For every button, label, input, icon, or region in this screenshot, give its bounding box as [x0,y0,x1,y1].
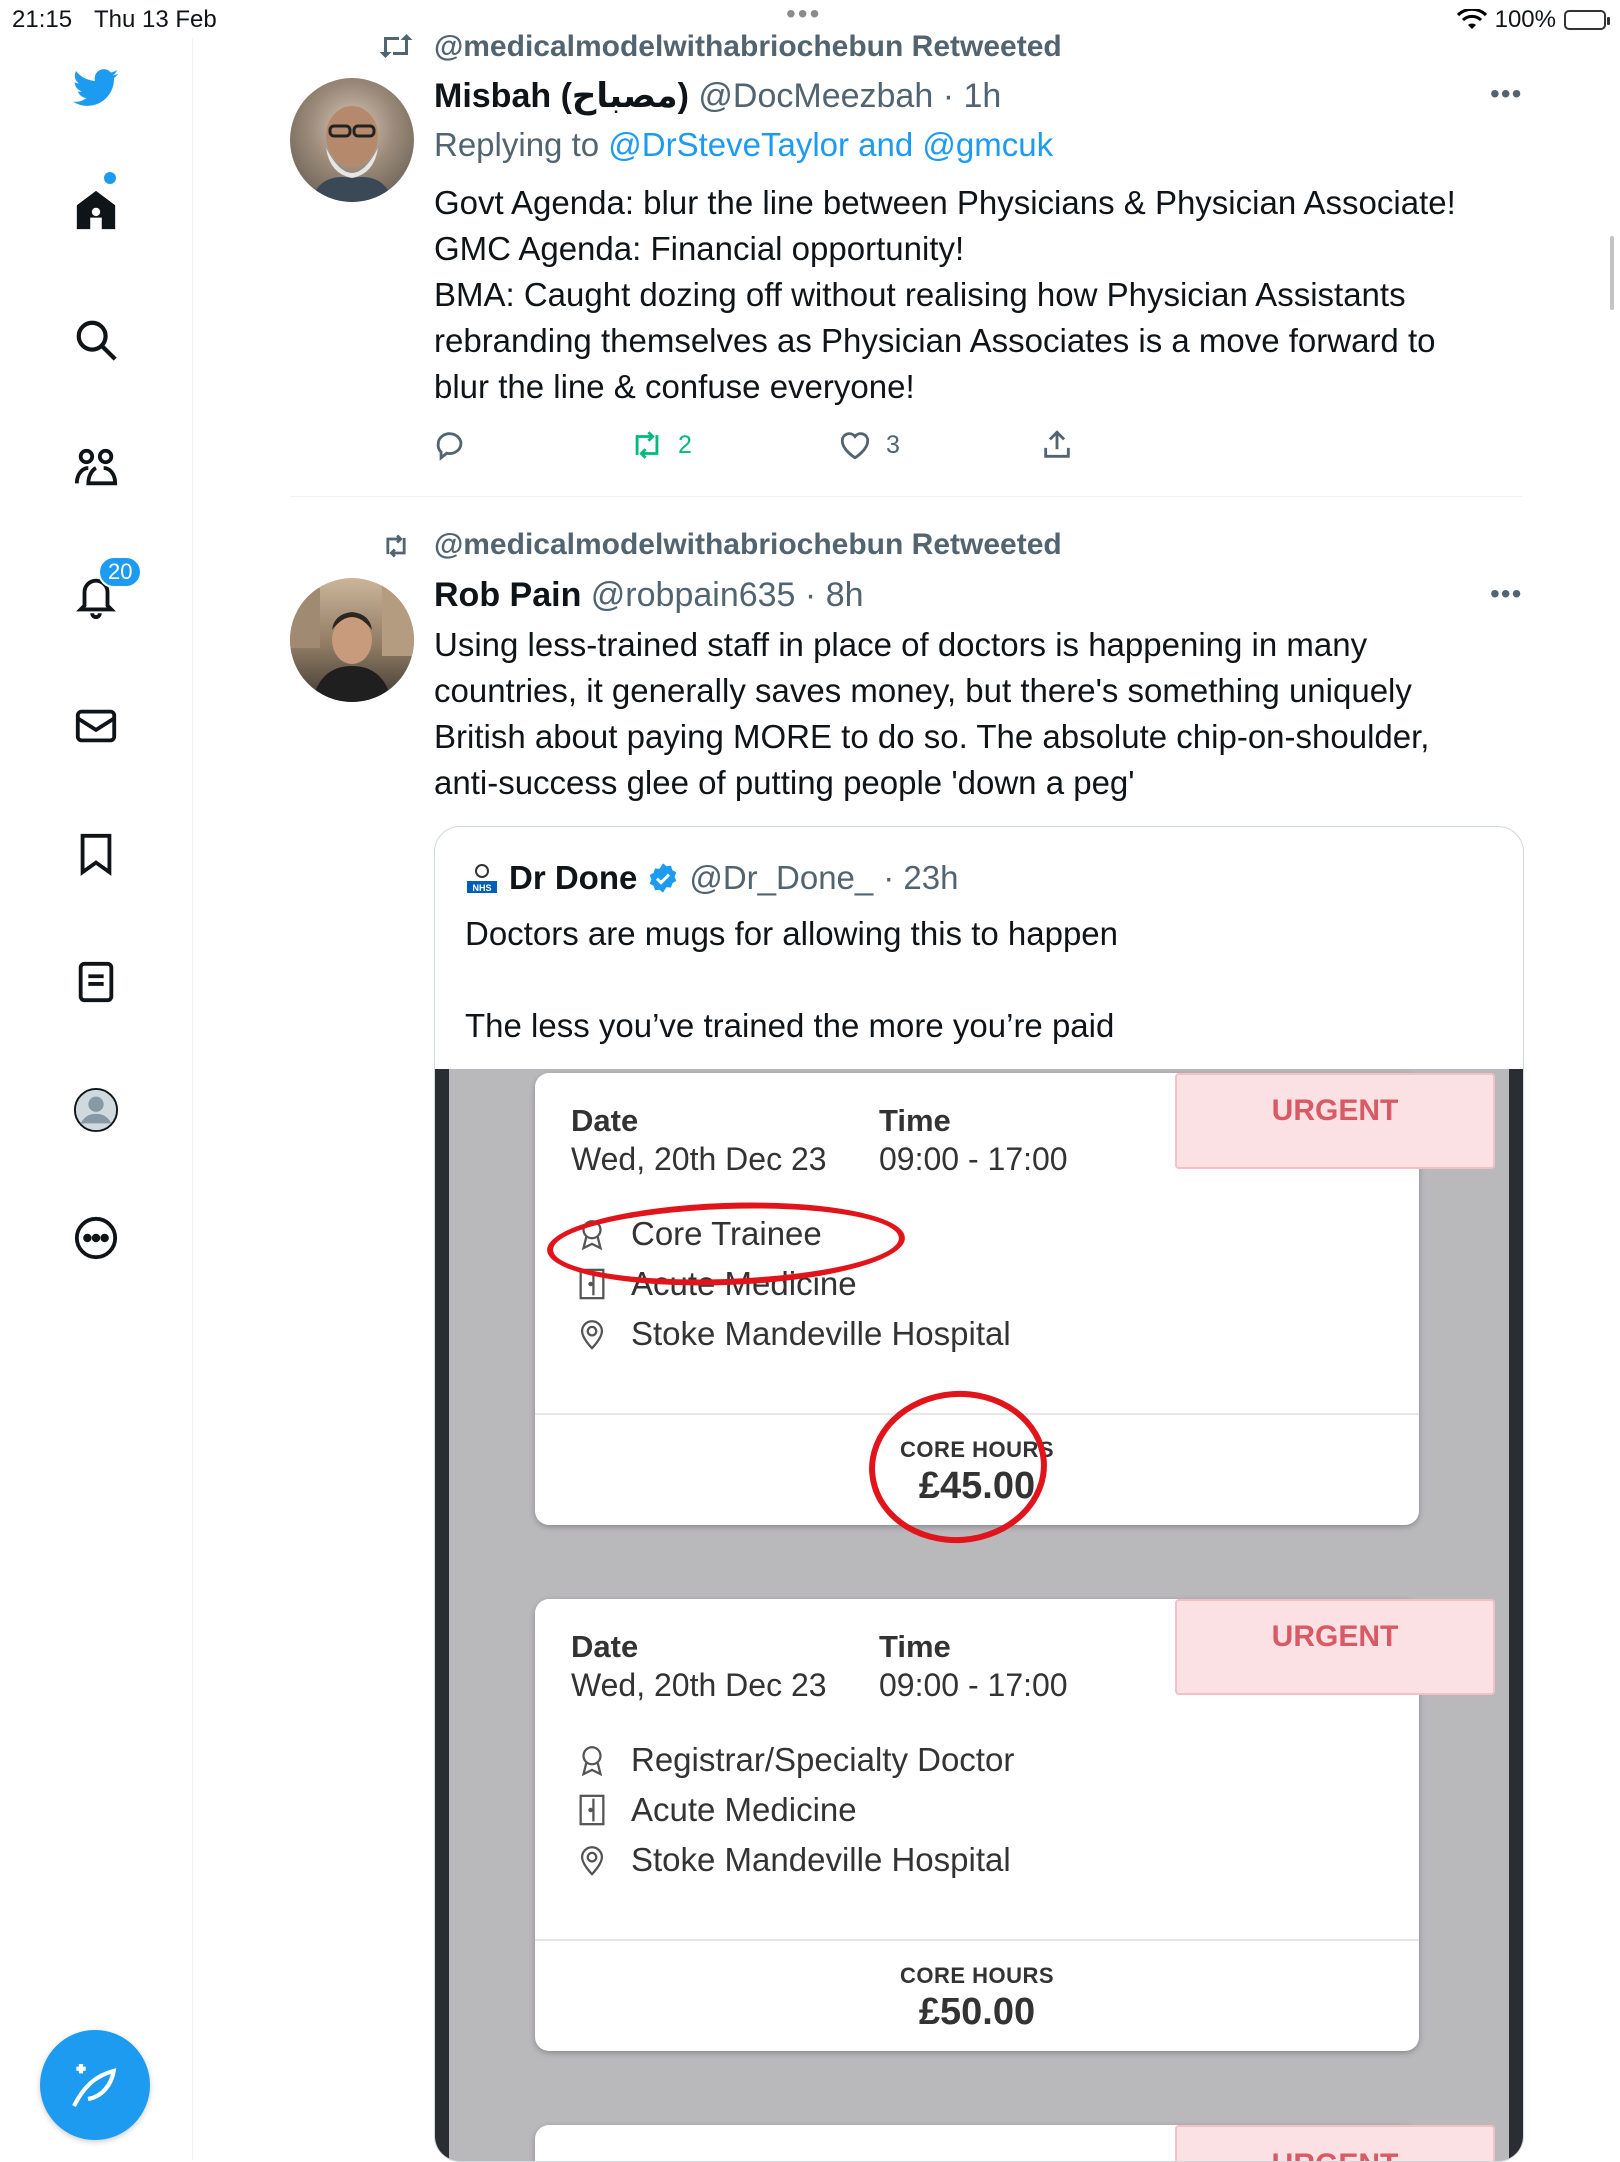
nhs-avatar-icon: NHS [467,864,497,893]
tweet-time[interactable]: · 8h [805,576,864,614]
grade-text: Registrar/Specialty Doctor [631,1741,1015,1778]
like-button[interactable]: 3 [838,428,900,462]
author-handle[interactable]: @DocMeezbah [698,77,933,115]
replying-to-link[interactable]: @DrSteveTaylor and @gmcuk [608,126,1053,163]
verified-badge-icon [650,863,677,893]
avatar[interactable] [290,78,414,202]
date-label: Date [571,1629,639,1664]
quoted-tweet-time[interactable]: · 23h [883,859,958,897]
retweet-action-icon [635,431,659,459]
date-value: Wed, 20th Dec 23 [571,1141,827,1177]
retweet-count: 2 [678,430,692,459]
share-icon [1044,430,1070,458]
urgent-label: URGENT [1175,2125,1495,2161]
communities-icon[interactable] [68,440,124,496]
time-value: 09:00 - 17:00 [879,1667,1068,1703]
quoted-author-name[interactable]: Dr Done [509,859,637,897]
location-pin-icon [580,1846,604,1876]
image-border-left [435,1069,449,2161]
wifi-icon [1456,9,1487,29]
author-handle[interactable]: @robpain635 [591,576,796,614]
image-border-right [1509,1069,1523,2161]
tweet-more-button[interactable]: ••• [1490,78,1522,110]
author-name[interactable]: Rob Pain [434,576,581,614]
card-divider [535,1939,1419,1941]
home-icon[interactable] [68,182,124,238]
compose-feather-icon [72,2064,117,2107]
hospital-row: Stoke Mandeville Hospital [575,1841,1011,1879]
tweet-time[interactable]: · 1h [943,77,1002,115]
messages-icon[interactable] [68,698,124,754]
retweet-icon [379,34,413,58]
reply-icon [436,432,463,461]
time-label: Time [879,1103,951,1138]
avatar[interactable] [290,578,414,702]
grade-row: Registrar/Specialty Doctor [575,1741,1014,1779]
retweet-label: @medicalmodelwithabriochebun Retweeted [434,30,1062,63]
tweet-text: Govt Agenda: blur the line between Physi… [434,184,1456,405]
home-unread-dot [104,172,116,184]
hours-label: CORE HOURS [899,1963,1055,1988]
author-name[interactable]: Misbah (مصباح) [434,77,689,115]
time-value: 09:00 - 17:00 [879,1141,1068,1177]
tweet-more-button[interactable]: ••• [1490,578,1522,610]
retweet-icon [386,534,406,558]
hospital-text: Stoke Mandeville Hospital [631,1315,1011,1352]
scrollbar[interactable] [1610,236,1614,310]
urgent-label: URGENT [1175,1599,1495,1695]
time-label: Time [879,1629,951,1664]
department-text: Acute Medicine [631,1791,857,1828]
award-icon [581,1746,603,1777]
hospital-row: Stoke Mandeville Hospital [575,1315,1011,1353]
battery-icon [1564,10,1610,30]
heart-icon [840,432,870,460]
quoted-tweet[interactable]: NHS Dr Done @Dr_Done_ · 23h Doctors are … [434,826,1524,2162]
hospital-text: Stoke Mandeville Hospital [631,1841,1011,1878]
shift-card: URGENT [535,2125,1495,2161]
more-options-icon[interactable] [68,1210,124,1266]
like-count: 3 [886,430,900,459]
twitter-logo-icon[interactable] [68,60,124,116]
location-pin-icon [580,1320,604,1350]
tweet-divider [290,496,1522,497]
date-value: Wed, 20th Dec 23 [571,1667,827,1703]
urgent-label: URGENT [1175,1073,1495,1169]
share-button[interactable] [1040,428,1074,462]
tweet-actions: 2 3 [434,428,1074,468]
multitask-dots[interactable]: ••• [786,0,821,28]
nhs-logo-text: NHS [472,883,491,893]
replying-to-prefix: Replying to [434,126,609,163]
battery-percent: 100% [1494,6,1556,33]
compose-tweet-button[interactable] [40,2030,150,2140]
status-date: Thu 13 Feb [94,6,217,33]
date-label: Date [571,1103,639,1138]
search-icon[interactable] [68,312,124,368]
department-row: Acute Medicine [575,1791,857,1829]
retweet-label: @medicalmodelwithabriochebun Retweeted [434,528,1062,561]
notifications-badge: 20 [98,556,143,588]
status-time: 21:15 [12,6,73,33]
retweet-button[interactable]: 2 [630,428,692,462]
shift-card: URGENT Date Wed, 20th Dec 23 Time 09:00 … [535,1599,1495,2051]
rate-value: £50.00 [918,1991,1036,2033]
tweet-text: Using less-trained staff in place of doc… [434,626,1430,801]
lists-icon[interactable] [68,954,124,1010]
sidebar-nav: 20 [0,38,193,2160]
profile-avatar-icon[interactable] [68,1082,124,1138]
door-icon [579,1794,605,1826]
quoted-tweet-image[interactable]: URGENT Date Wed, 20th Dec 23 Time 09:00 … [435,1069,1523,2161]
reply-button[interactable] [434,428,468,462]
bookmarks-icon[interactable] [68,826,124,882]
quoted-tweet-text: Doctors are mugs for allowing this to ha… [465,915,1119,1044]
quoted-author-handle[interactable]: @Dr_Done_ [689,859,873,897]
